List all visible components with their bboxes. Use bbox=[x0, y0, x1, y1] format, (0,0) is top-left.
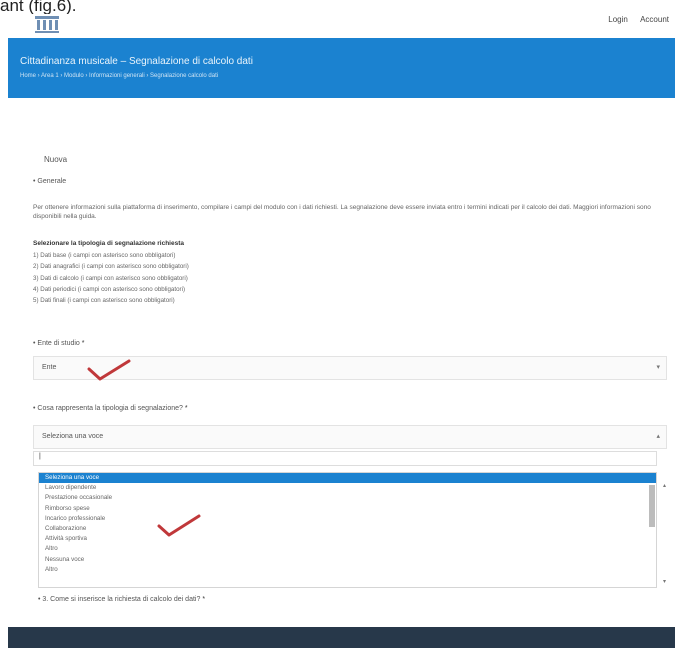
site-logo[interactable] bbox=[33, 12, 61, 34]
section-heading: Nuova bbox=[44, 155, 68, 164]
checkmark-icon bbox=[87, 359, 131, 381]
field3-label: • 3. Come si inserisce la richiesta di c… bbox=[38, 596, 205, 603]
field3-label-text: • 3. Come si inserisce la richiesta di c… bbox=[38, 596, 201, 603]
dropdown-search-input[interactable]: | bbox=[33, 451, 657, 466]
top-links: Login Account bbox=[598, 15, 669, 24]
dropdown-option[interactable]: Attività sportiva bbox=[39, 534, 656, 544]
instruction-item: 5) Dati finali (i campi con asterisco so… bbox=[33, 297, 175, 305]
required-marker: * bbox=[202, 596, 206, 603]
instructions-title: Selezionare la tipologia di segnalazione… bbox=[33, 240, 184, 247]
dropdown-option[interactable]: Incarico professionale bbox=[39, 514, 656, 524]
field2-label: • Cosa rappresenta la tipologia di segna… bbox=[33, 405, 188, 412]
page-title: Cittadinanza musicale – Segnalazione di … bbox=[20, 56, 253, 67]
account-link[interactable]: Account bbox=[640, 15, 669, 24]
intro-text: Per ottenere informazioni sulla piattafo… bbox=[33, 204, 651, 220]
instructions-list: 1) Dati base (i campi con asterisco sono… bbox=[33, 250, 189, 306]
required-marker: * bbox=[184, 405, 188, 412]
dropdown-option[interactable]: Seleziona una voce bbox=[39, 473, 656, 484]
field2-value: Seleziona una voce bbox=[42, 433, 104, 440]
checkmark-icon bbox=[157, 514, 201, 537]
required-marker: * bbox=[81, 340, 85, 347]
instruction-item: 3) Dati di calcolo (i campi con asterisc… bbox=[33, 274, 188, 282]
field1-label-text: • Ente di studio bbox=[33, 340, 80, 347]
dropdown-option[interactable]: Collaborazione bbox=[39, 524, 656, 534]
field1-value: Ente bbox=[42, 364, 57, 371]
dropdown-option[interactable]: Rimborso spese bbox=[39, 504, 656, 514]
field2-label-text: • Cosa rappresenta la tipologia di segna… bbox=[33, 405, 183, 412]
chevron-up-icon: ▴ bbox=[656, 433, 660, 440]
instruction-item: 1) Dati base (i campi con asterisco sono… bbox=[33, 252, 176, 259]
dropdown-options[interactable]: Seleziona una voce Lavoro dipendente Pre… bbox=[38, 472, 657, 588]
instruction-item: 4) Dati periodici (i campi con asterisco… bbox=[33, 285, 186, 293]
caption-text: ant (fig.6). bbox=[0, 0, 77, 14]
page-banner: Cittadinanza musicale – Segnalazione di … bbox=[8, 38, 675, 98]
field1-label: • Ente di studio * bbox=[33, 340, 85, 347]
section-subheading: • Generale bbox=[33, 178, 67, 185]
text-cursor: | bbox=[39, 453, 41, 460]
dropdown-scrollbar[interactable] bbox=[649, 485, 655, 527]
scroll-down-icon[interactable]: ▾ bbox=[663, 578, 666, 585]
dropdown-option[interactable]: Lavoro dipendente bbox=[39, 483, 656, 493]
breadcrumb[interactable]: Home › Area 1 › Modulo › Informazioni ge… bbox=[20, 73, 218, 79]
footer-bar bbox=[8, 627, 675, 648]
dropdown-option[interactable]: Nessuna voce bbox=[39, 555, 656, 565]
scroll-up-icon[interactable]: ▴ bbox=[663, 482, 666, 489]
dropdown-option[interactable]: Altro bbox=[39, 544, 656, 554]
login-link[interactable]: Login bbox=[608, 15, 628, 24]
dropdown-option[interactable]: Altro bbox=[39, 565, 656, 575]
chevron-down-icon: ▾ bbox=[656, 364, 660, 371]
field2-select[interactable]: Seleziona una voce ▴ bbox=[33, 425, 667, 449]
dropdown-option[interactable]: Prestazione occasionale bbox=[39, 493, 656, 503]
instruction-item: 2) Dati anagrafici (i campi con asterisc… bbox=[33, 263, 189, 271]
